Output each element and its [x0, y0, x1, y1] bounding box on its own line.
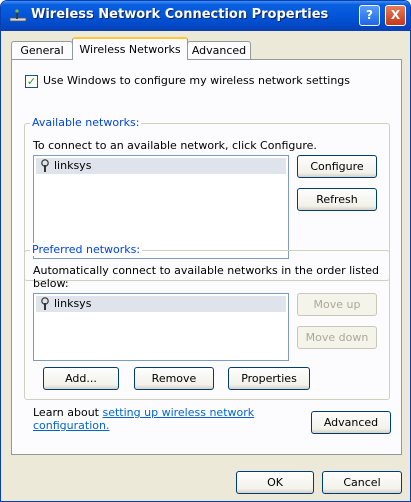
use-windows-checkbox[interactable]: ✓: [25, 75, 38, 88]
help-button[interactable]: ?: [359, 5, 380, 26]
remove-button[interactable]: Remove: [134, 367, 214, 390]
preferred-description-line2: below:: [33, 277, 69, 290]
learn-about-prefix: Learn about: [33, 406, 99, 419]
learn-about-text: Learn about setting up wireless network: [33, 406, 254, 419]
close-button[interactable]: X: [385, 5, 406, 26]
properties-button[interactable]: Properties: [228, 367, 310, 390]
refresh-button[interactable]: Refresh: [297, 188, 377, 211]
move-down-button[interactable]: Move down: [297, 326, 377, 349]
network-name: linksys: [54, 159, 92, 172]
title-bar[interactable]: Wireless Network Connection Properties ?…: [1, 1, 410, 31]
antenna-icon: [41, 159, 49, 172]
available-networks-description: To connect to an available network, clic…: [33, 139, 317, 152]
cancel-button[interactable]: Cancel: [322, 471, 402, 494]
available-networks-title: Available networks:: [30, 116, 142, 129]
window-title: Wireless Network Connection Properties: [31, 7, 329, 22]
configure-button[interactable]: Configure: [297, 155, 377, 178]
tab-general[interactable]: General: [11, 41, 73, 59]
network-connection-icon: [9, 9, 27, 22]
list-item[interactable]: linksys: [36, 158, 286, 174]
properties-dialog: Wireless Network Connection Properties ?…: [0, 0, 411, 502]
use-windows-label[interactable]: Use Windows to configure my wireless net…: [43, 74, 350, 87]
list-item[interactable]: linksys: [36, 296, 286, 312]
tab-advanced[interactable]: Advanced: [187, 41, 251, 59]
preferred-networks-list[interactable]: linksys: [33, 293, 289, 361]
network-name: linksys: [54, 297, 92, 310]
antenna-icon: [41, 297, 49, 310]
move-up-button[interactable]: Move up: [297, 293, 377, 316]
preferred-description-line1: Automatically connect to available netwo…: [33, 264, 380, 277]
add-button[interactable]: Add...: [43, 367, 119, 390]
setup-wireless-link-cont[interactable]: configuration.: [33, 419, 109, 432]
preferred-networks-title: Preferred networks:: [30, 243, 143, 256]
setup-wireless-link[interactable]: setting up wireless network: [102, 406, 254, 419]
advanced-button[interactable]: Advanced: [311, 411, 391, 434]
tab-wireless-networks[interactable]: Wireless Networks: [72, 37, 188, 60]
wireless-networks-panel: ✓ Use Windows to configure my wireless n…: [11, 59, 402, 455]
ok-button[interactable]: OK: [236, 471, 314, 494]
